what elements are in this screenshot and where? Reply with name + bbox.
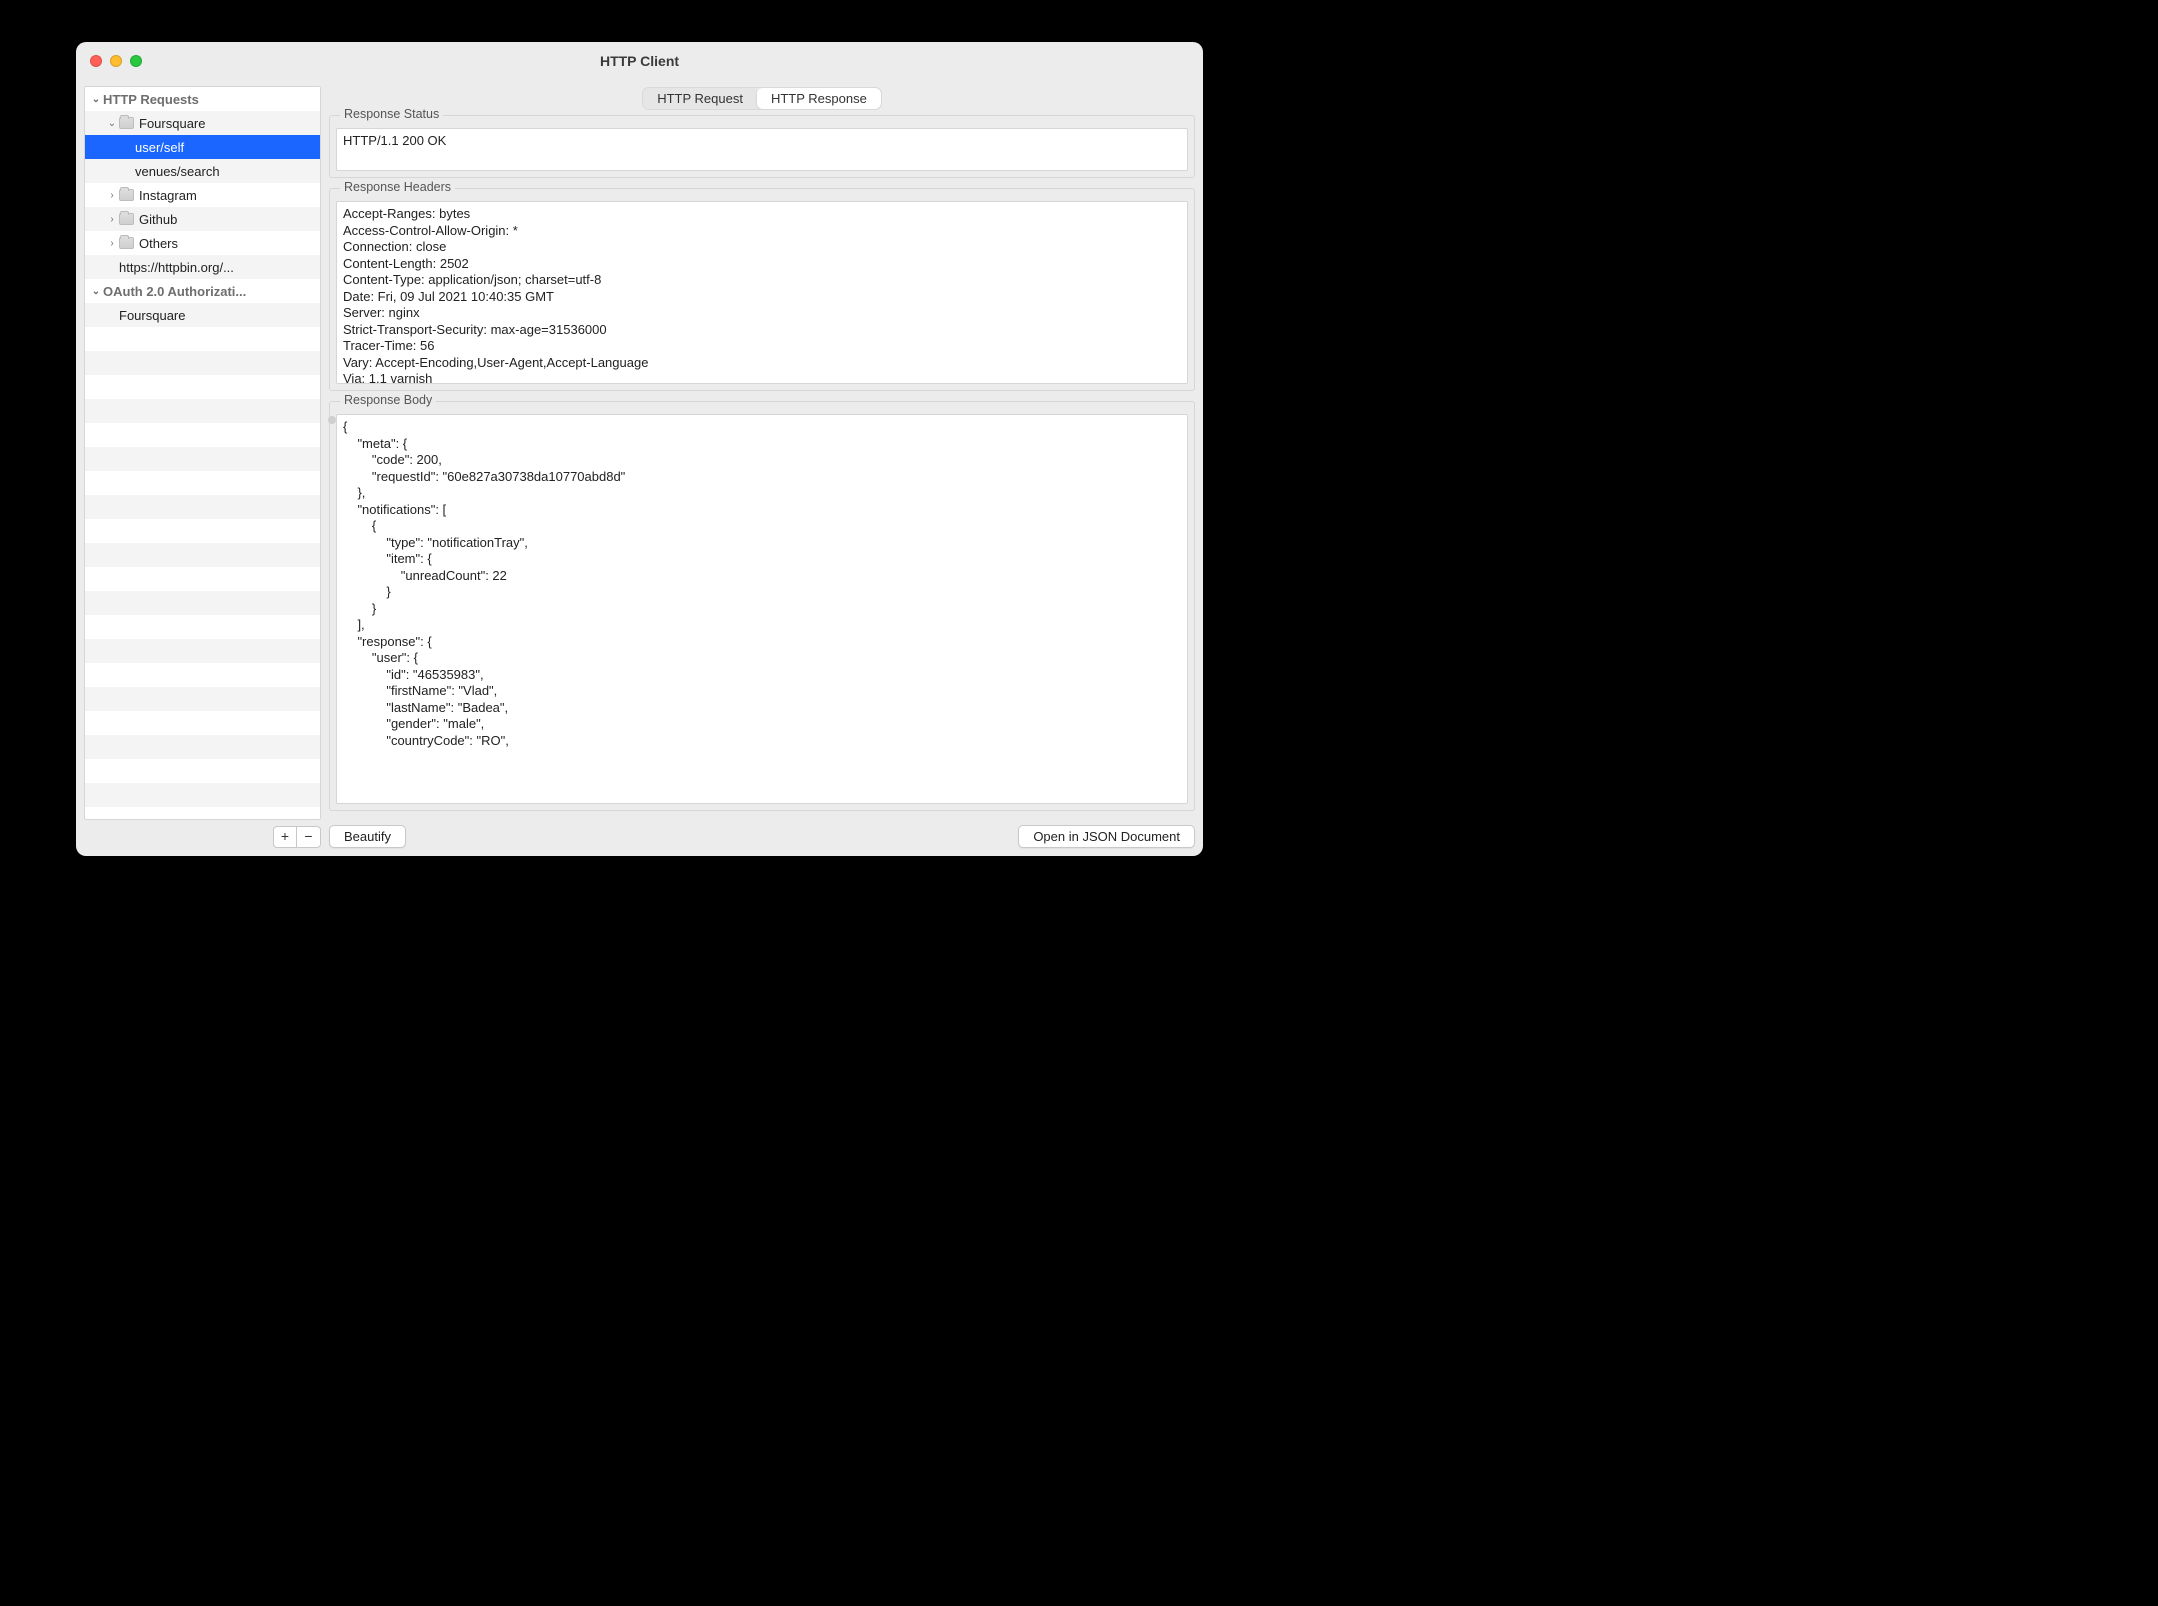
empty-row: [85, 711, 320, 735]
request-foursquare[interactable]: Foursquare: [85, 303, 320, 327]
open-json-button[interactable]: Open in JSON Document: [1018, 825, 1195, 848]
titlebar: HTTP Client: [76, 42, 1203, 80]
folder-instagram[interactable]: › Instagram: [85, 183, 320, 207]
chevron-right-icon[interactable]: ›: [105, 238, 119, 249]
chevron-right-icon[interactable]: ›: [105, 214, 119, 225]
chevron-down-icon[interactable]: ⌄: [105, 118, 119, 129]
empty-row: [85, 519, 320, 543]
response-body-group: Response Body { "meta": { "code": 200, "…: [329, 401, 1195, 811]
request-https-httpbin-org-label: https://httpbin.org/...: [119, 260, 234, 275]
window-title: HTTP Client: [88, 53, 1191, 69]
tabs: HTTP Request HTTP Response: [329, 86, 1195, 115]
empty-row: [85, 759, 320, 783]
empty-row: [85, 351, 320, 375]
empty-row: [85, 375, 320, 399]
empty-row: [85, 423, 320, 447]
empty-row: [85, 663, 320, 687]
folder-foursquare-label: Foursquare: [139, 116, 205, 131]
folder-icon: [119, 213, 134, 225]
response-body-value[interactable]: { "meta": { "code": 200, "requestId": "6…: [336, 414, 1188, 804]
sidebar: ⌄HTTP Requests⌄Foursquareuser/selfvenues…: [84, 86, 321, 848]
sidebar-buttons: + −: [84, 826, 321, 848]
empty-row: [85, 567, 320, 591]
empty-row: [85, 615, 320, 639]
app-window: HTTP Client ⌄HTTP Requests⌄Foursquareuse…: [76, 42, 1203, 856]
chevron-down-icon[interactable]: ⌄: [89, 286, 103, 297]
close-icon[interactable]: [90, 55, 102, 67]
request-venues-search[interactable]: venues/search: [85, 159, 320, 183]
section-oauth-2-0-authorizati[interactable]: ⌄OAuth 2.0 Authorizati...: [85, 279, 320, 303]
beautify-button[interactable]: Beautify: [329, 825, 406, 848]
folder-icon: [119, 189, 134, 201]
folder-icon: [119, 237, 134, 249]
tab-http-request[interactable]: HTTP Request: [643, 88, 757, 109]
response-status-group: Response Status HTTP/1.1 200 OK: [329, 115, 1195, 178]
folder-others[interactable]: › Others: [85, 231, 320, 255]
empty-row: [85, 543, 320, 567]
empty-row: [85, 447, 320, 471]
response-headers-label: Response Headers: [340, 180, 455, 194]
sidebar-tree[interactable]: ⌄HTTP Requests⌄Foursquareuser/selfvenues…: [84, 86, 321, 820]
request-venues-search-label: venues/search: [135, 164, 220, 179]
folder-others-label: Others: [139, 236, 178, 251]
response-status-label: Response Status: [340, 107, 443, 121]
section-http-requests[interactable]: ⌄HTTP Requests: [85, 87, 320, 111]
folder-foursquare[interactable]: ⌄ Foursquare: [85, 111, 320, 135]
add-button[interactable]: +: [273, 826, 297, 848]
empty-row: [85, 735, 320, 759]
chevron-down-icon[interactable]: ⌄: [89, 94, 103, 105]
folder-github[interactable]: › Github: [85, 207, 320, 231]
traffic-lights: [90, 55, 142, 67]
empty-row: [85, 495, 320, 519]
empty-row: [85, 639, 320, 663]
remove-button[interactable]: −: [297, 826, 321, 848]
tab-http-response[interactable]: HTTP Response: [757, 88, 881, 109]
fold-gutter-icon[interactable]: [328, 416, 336, 424]
request-foursquare-label: Foursquare: [119, 308, 185, 323]
empty-row: [85, 471, 320, 495]
minimize-icon[interactable]: [110, 55, 122, 67]
request-user-self[interactable]: user/self: [85, 135, 320, 159]
request-https-httpbin-org[interactable]: https://httpbin.org/...: [85, 255, 320, 279]
empty-row: [85, 399, 320, 423]
empty-row: [85, 591, 320, 615]
main-panel: HTTP Request HTTP Response Response Stat…: [329, 86, 1195, 848]
request-user-self-label: user/self: [135, 140, 184, 155]
folder-github-label: Github: [139, 212, 177, 227]
empty-row: [85, 687, 320, 711]
section-oauth-2-0-authorizati-label: OAuth 2.0 Authorizati...: [103, 284, 246, 299]
response-headers-value[interactable]: Accept-Ranges: bytes Access-Control-Allo…: [336, 201, 1188, 384]
response-headers-group: Response Headers Accept-Ranges: bytes Ac…: [329, 188, 1195, 391]
bottom-bar: Beautify Open in JSON Document: [329, 821, 1195, 848]
section-http-requests-label: HTTP Requests: [103, 92, 199, 107]
folder-instagram-label: Instagram: [139, 188, 197, 203]
chevron-right-icon[interactable]: ›: [105, 190, 119, 201]
folder-icon: [119, 117, 134, 129]
empty-row: [85, 327, 320, 351]
empty-row: [85, 783, 320, 807]
response-status-value[interactable]: HTTP/1.1 200 OK: [336, 128, 1188, 171]
maximize-icon[interactable]: [130, 55, 142, 67]
response-body-label: Response Body: [340, 393, 436, 407]
